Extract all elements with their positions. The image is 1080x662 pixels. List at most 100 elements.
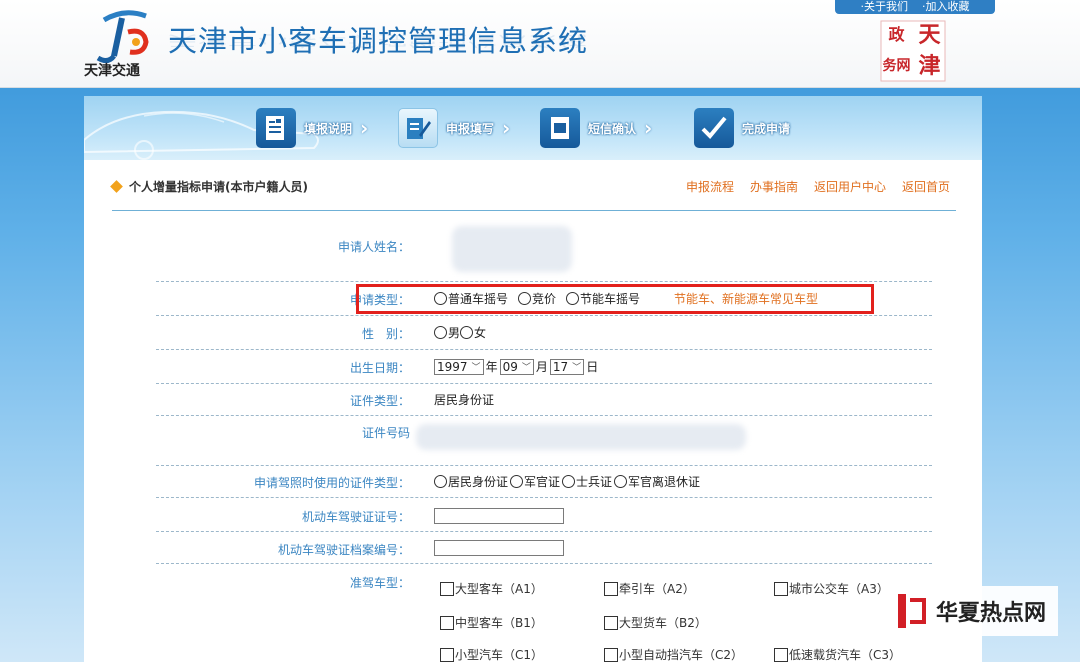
radio-soldier-id[interactable]: 士兵证 bbox=[562, 473, 612, 490]
chevron-right-icon: › bbox=[644, 116, 653, 140]
checkbox-icon bbox=[440, 581, 454, 596]
checkbox-icon bbox=[604, 615, 618, 630]
license-file-label: 机动车驾驶证档案编号： bbox=[277, 543, 410, 557]
id-number-label: 证件号码 bbox=[361, 426, 410, 440]
site-watermark: 华夏热点网 bbox=[890, 586, 1059, 636]
month-unit: 月 bbox=[535, 360, 548, 374]
step-label: 申报填写 bbox=[446, 121, 495, 136]
name-label: 申请人姓名： bbox=[337, 240, 410, 254]
id-type-label: 证件类型： bbox=[349, 394, 410, 408]
chevron-down-icon: ﹀ bbox=[471, 363, 481, 373]
back-home-link[interactable]: 返回首页 bbox=[902, 178, 950, 195]
chevron-down-icon: ﹀ bbox=[521, 363, 531, 373]
form-row-gender: 性 别： 男 女 bbox=[156, 316, 932, 350]
about-us-link[interactable]: ·关于我们 bbox=[861, 0, 909, 14]
radio-female[interactable]: 女 bbox=[460, 324, 486, 341]
select-value: 1997 bbox=[437, 359, 468, 374]
site-header: 天津交通 天津市小客车调控管理信息系统 天津市小客车调控管理信息系统 ·关于我们… bbox=[0, 0, 1080, 88]
option-label: 大型货车（B2） bbox=[619, 616, 707, 630]
option-label: 低速载货汽车（C3） bbox=[789, 648, 902, 662]
birth-date-label: 出生日期： bbox=[349, 361, 410, 375]
step-fill-form: 申报填写 › bbox=[398, 108, 510, 148]
document-list-icon bbox=[256, 108, 296, 148]
license-id-type-options: 居民身份证 军官证 士兵证 军官离退休证 bbox=[434, 473, 704, 490]
checkbox-a1[interactable]: 大型客车（A1） bbox=[440, 580, 543, 597]
radio-circle-icon bbox=[434, 326, 447, 339]
form-row-license-file: 机动车驾驶证档案编号： bbox=[156, 532, 932, 564]
section-links: 申报流程 办事指南 返回用户中心 返回首页 bbox=[686, 178, 950, 195]
gender-options: 男 女 bbox=[434, 324, 490, 341]
chevron-down-icon: ﹀ bbox=[572, 363, 582, 373]
license-file-field-wrap bbox=[434, 540, 564, 556]
checkmark-icon bbox=[694, 108, 734, 148]
guide-link[interactable]: 办事指南 bbox=[750, 178, 798, 195]
birth-day-select[interactable]: 17 ﹀ bbox=[549, 358, 585, 375]
day-unit: 日 bbox=[586, 360, 599, 374]
checkbox-a3[interactable]: 城市公交车（A3） bbox=[774, 580, 889, 597]
back-user-center-link[interactable]: 返回用户中心 bbox=[814, 178, 886, 195]
top-links: ·关于我们 ·加入收藏 bbox=[835, 0, 995, 14]
checkbox-icon bbox=[774, 581, 788, 596]
radio-male[interactable]: 男 bbox=[434, 324, 460, 341]
form-row-license-number: 机动车驾驶证证号： bbox=[156, 498, 932, 532]
highlight-box bbox=[356, 284, 874, 314]
main-panel: 填报说明 › 申报填写 › 短信确认 › 完成申请 个人增量指标申请(本市户籍人… bbox=[84, 96, 982, 662]
add-favorite-link[interactable]: ·加入收藏 bbox=[922, 0, 970, 14]
license-number-input[interactable] bbox=[434, 508, 564, 524]
select-value: 17 bbox=[552, 359, 569, 374]
form-row-id-type: 证件类型： 居民身份证 bbox=[156, 384, 932, 416]
option-label: 大型客车（A1） bbox=[455, 582, 543, 596]
checkbox-b2[interactable]: 大型货车（B2） bbox=[604, 614, 707, 631]
checkbox-c1[interactable]: 小型汽车（C1） bbox=[440, 646, 543, 662]
checkbox-icon bbox=[604, 581, 618, 596]
option-label: 男 bbox=[448, 326, 461, 340]
checkbox-c2[interactable]: 小型自动挡汽车（C2） bbox=[604, 646, 743, 662]
step-label: 填报说明 bbox=[304, 121, 353, 136]
form-row-birth-date: 出生日期： 1997 ﹀ 年 09 ﹀ 月 17 ﹀ 日 bbox=[156, 350, 932, 384]
apply-process-link[interactable]: 申报流程 bbox=[686, 178, 734, 195]
checkbox-icon bbox=[774, 647, 788, 662]
seal-char: 津 bbox=[918, 53, 941, 79]
radio-circle-icon bbox=[510, 475, 524, 488]
form-row-license-class: 准驾车型： 大型客车（A1） 牵引车（A2） 城市公交车（A3） 中型客车（B1… bbox=[156, 564, 932, 662]
watermark-logo-icon bbox=[898, 592, 928, 630]
radio-circle-icon bbox=[434, 475, 447, 488]
watermark-text: 华夏热点网 bbox=[936, 601, 1047, 626]
step-sms-confirm: 短信确认 › bbox=[540, 108, 652, 148]
step-fill-instructions: 填报说明 › bbox=[256, 108, 368, 148]
select-value: 09 bbox=[502, 359, 518, 374]
checkbox-c3[interactable]: 低速载货汽车（C3） bbox=[774, 646, 901, 662]
option-label: 中型客车（B1） bbox=[455, 616, 543, 630]
option-label: 军官离退休证 bbox=[628, 475, 701, 489]
option-label: 居民身份证 bbox=[448, 475, 509, 489]
license-number-field-wrap bbox=[434, 508, 564, 524]
option-label: 小型自动挡汽车（C2） bbox=[619, 648, 744, 662]
license-file-input[interactable] bbox=[434, 540, 564, 556]
checkbox-icon bbox=[440, 647, 454, 662]
section-title-text: 个人增量指标申请(本市户籍人员) bbox=[129, 180, 308, 194]
option-label: 女 bbox=[474, 326, 487, 340]
birth-year-select[interactable]: 1997 ﹀ bbox=[434, 358, 484, 375]
gov-seal-text[interactable]: 政 天 务网 津 bbox=[880, 20, 946, 82]
radio-resident-id[interactable]: 居民身份证 bbox=[434, 473, 508, 490]
checkbox-a2[interactable]: 牵引车（A2） bbox=[604, 580, 695, 597]
license-class-label: 准驾车型： bbox=[349, 576, 410, 590]
radio-officer-id[interactable]: 军官证 bbox=[510, 473, 560, 490]
radio-retired-officer-id[interactable]: 军官离退休证 bbox=[614, 473, 700, 490]
logo-caption: 天津交通 bbox=[84, 63, 140, 79]
license-id-type-label: 申请驾照时使用的证件类型： bbox=[253, 476, 410, 490]
step-label: 短信确认 bbox=[588, 121, 637, 136]
section-title: 个人增量指标申请(本市户籍人员) bbox=[110, 178, 308, 195]
seal-char: 天 bbox=[918, 22, 941, 48]
checkbox-b1[interactable]: 中型客车（B1） bbox=[440, 614, 543, 631]
step-label: 完成申请 bbox=[742, 121, 791, 136]
form-row-name: 申请人姓名： bbox=[156, 226, 932, 282]
seal-char: 政 bbox=[888, 25, 905, 44]
year-unit: 年 bbox=[485, 360, 498, 374]
checkbox-icon bbox=[604, 647, 618, 662]
birth-month-select[interactable]: 09 ﹀ bbox=[499, 358, 534, 375]
form-row-id-number: 证件号码 bbox=[156, 416, 932, 466]
form-row-license-id-type: 申请驾照时使用的证件类型： 居民身份证 军官证 士兵证 军官离退休证 bbox=[156, 466, 932, 498]
seal-char: 务网 bbox=[882, 58, 911, 74]
section-divider bbox=[112, 210, 956, 211]
